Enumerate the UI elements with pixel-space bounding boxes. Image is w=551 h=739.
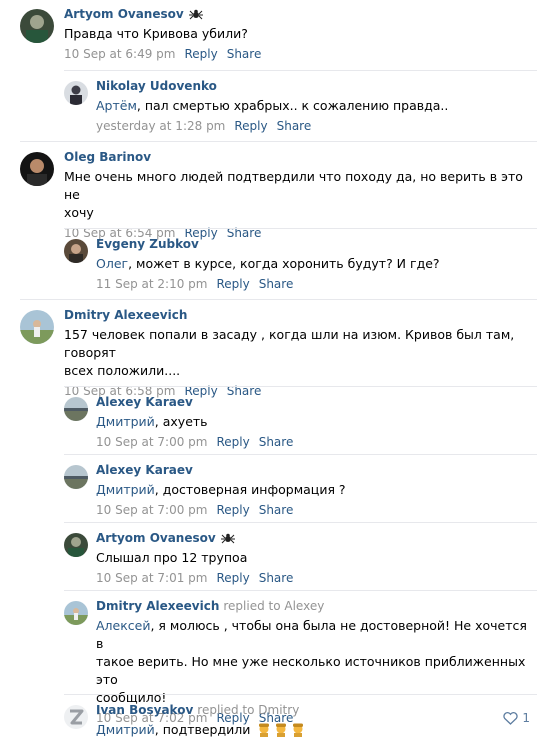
share-button[interactable]: Share	[259, 503, 294, 517]
comment-meta: 11 Sep at 2:10 pm Reply Share	[96, 276, 537, 292]
author-name[interactable]: Alexey Karaev	[96, 463, 193, 477]
reply-button[interactable]: Reply	[216, 277, 249, 291]
comment-text: 157 человек попали в засаду , когда шли …	[64, 327, 515, 378]
share-button[interactable]: Share	[259, 571, 294, 585]
separator	[64, 70, 537, 71]
comment-meta: 10 Sep at 7:00 pm Reply Share	[96, 434, 537, 450]
separator	[64, 454, 537, 455]
comment-text: Слышал про 12 трупоа	[96, 550, 248, 565]
comment-text: Дмитрий, ахуеть	[96, 414, 208, 429]
saluting-soldier-emoji-icon	[259, 723, 270, 737]
timestamp[interactable]: 10 Sep at 6:49 pm	[64, 47, 175, 61]
comment-meta: 10 Sep at 6:49 pm Reply Share	[64, 46, 537, 62]
share-button[interactable]: Share	[227, 47, 262, 61]
author-name[interactable]: Nikolay Udovenko	[96, 79, 217, 93]
saluting-soldier-emoji-icon	[293, 723, 304, 737]
comment-text: Дмитрий, достоверная информация ?	[96, 482, 346, 497]
author-name[interactable]: Dmitry Alexeevich	[96, 599, 219, 613]
author-name[interactable]: Artyom Ovanesov	[96, 531, 216, 545]
mention-link[interactable]: Дмитрий	[96, 722, 155, 737]
separator	[20, 299, 537, 300]
reply-button[interactable]: Reply	[184, 47, 217, 61]
comment-text: Олег, может в курсе, когда хоронить буду…	[96, 256, 440, 271]
separator	[20, 141, 537, 142]
avatar[interactable]	[64, 465, 88, 489]
spider-emoji-icon	[220, 533, 235, 544]
mention-link[interactable]: Артём	[96, 98, 137, 113]
separator	[64, 694, 537, 695]
replied-to-label[interactable]: replied to Dmitry	[197, 703, 299, 717]
share-button[interactable]: Share	[259, 277, 294, 291]
timestamp[interactable]: 11 Sep at 2:10 pm	[96, 277, 207, 291]
saluting-soldier-emoji-icon	[276, 723, 287, 737]
comment-text: Дмитрий, подтвердили	[96, 721, 537, 739]
avatar[interactable]	[64, 397, 88, 421]
mention-link[interactable]: Дмитрий	[96, 482, 155, 497]
comment-text: Артём, пал смертью храбрых.. к сожалению…	[96, 98, 449, 113]
comment-meta: 10 Sep at 7:00 pm Reply Share	[96, 502, 537, 518]
comment-thread: Artyom Ovanesov Правда что Кривова убили…	[0, 0, 551, 737]
mention-link[interactable]: Алексей	[96, 618, 150, 633]
author-name[interactable]: Artyom Ovanesov	[64, 7, 184, 21]
author-name[interactable]: Evgeny Zubkov	[96, 237, 199, 251]
avatar[interactable]	[64, 533, 88, 557]
author-name[interactable]: Ivan Bosyakov	[96, 703, 193, 717]
timestamp[interactable]: 10 Sep at 7:00 pm	[96, 435, 207, 449]
timestamp[interactable]: 10 Sep at 7:00 pm	[96, 503, 207, 517]
avatar[interactable]	[20, 9, 54, 43]
mention-link[interactable]: Дмитрий	[96, 414, 155, 429]
separator	[64, 590, 537, 591]
author-name[interactable]: Alexey Karaev	[96, 395, 193, 409]
comment-text: Мне очень много людей подтвердили что по…	[64, 169, 523, 220]
avatar[interactable]	[64, 81, 88, 105]
reply-button[interactable]: Reply	[216, 435, 249, 449]
replied-to-label[interactable]: replied to Alexey	[223, 599, 324, 613]
timestamp[interactable]: yesterday at 1:28 pm	[96, 119, 225, 133]
mention-link[interactable]: Олег	[96, 256, 128, 271]
separator	[64, 228, 537, 229]
avatar[interactable]	[64, 239, 88, 263]
share-button[interactable]: Share	[259, 435, 294, 449]
separator	[64, 522, 537, 523]
author-name[interactable]: Oleg Barinov	[64, 150, 151, 164]
share-button[interactable]: Share	[277, 119, 312, 133]
comment-meta: 10 Sep at 7:01 pm Reply Share	[96, 570, 537, 586]
separator	[64, 386, 537, 387]
avatar[interactable]	[64, 705, 88, 729]
timestamp[interactable]: 10 Sep at 7:01 pm	[96, 571, 207, 585]
reply-button[interactable]: Reply	[216, 503, 249, 517]
avatar[interactable]	[20, 152, 54, 186]
spider-emoji-icon	[188, 9, 203, 20]
author-name[interactable]: Dmitry Alexeevich	[64, 308, 187, 322]
avatar[interactable]	[20, 310, 54, 344]
comment-text: Правда что Кривова убили?	[64, 26, 248, 41]
reply-button[interactable]: Reply	[234, 119, 267, 133]
comment-meta: yesterday at 1:28 pm Reply Share	[96, 118, 537, 134]
avatar[interactable]	[64, 601, 88, 625]
reply-button[interactable]: Reply	[216, 571, 249, 585]
